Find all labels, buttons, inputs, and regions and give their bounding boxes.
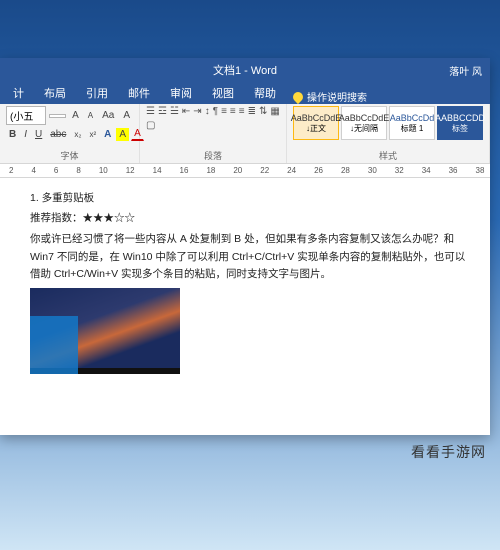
style-preview: AaBbCcDdE [339, 113, 390, 123]
underline-button[interactable]: U [32, 128, 45, 141]
rating-label: 推荐指数： [30, 212, 83, 224]
style-normal[interactable]: AaBbCcDdE ↓正文 [293, 106, 339, 140]
superscript-button[interactable]: x² [86, 129, 99, 140]
font-name-select[interactable]: (小五 [6, 106, 46, 125]
user-name: 落叶 风 [449, 63, 482, 78]
tab-design[interactable]: 计 [4, 82, 33, 104]
justify-icon[interactable]: ≣ [248, 106, 256, 117]
style-no-spacing[interactable]: AaBbCcDdE ↓无间隔 [341, 106, 387, 140]
tab-mailings[interactable]: 邮件 [119, 82, 159, 104]
tab-help[interactable]: 帮助 [245, 82, 285, 104]
document-body[interactable]: 1. 多重剪贴板 推荐指数：★★★☆☆ 你或许已经习惯了将一些内容从 A 处复制… [0, 178, 490, 435]
change-case-button[interactable]: Aa [99, 109, 117, 122]
style-name: ↓无间隔 [350, 123, 378, 134]
embedded-image[interactable] [30, 288, 180, 374]
tab-review[interactable]: 审阅 [161, 82, 201, 104]
sort-icon[interactable]: ↕ [205, 106, 210, 117]
style-label[interactable]: AABBCCDD 标签 [437, 106, 483, 140]
show-marks-icon[interactable]: ¶ [213, 106, 218, 117]
italic-button[interactable]: I [21, 128, 30, 141]
paragraph-group-label: 段落 [146, 149, 280, 162]
font-group-label: 字体 [6, 149, 133, 162]
word-window: 文档1 - Word 落叶 风 计 布局 引用 邮件 审阅 视图 帮助 操作说明… [0, 58, 490, 435]
align-right-icon[interactable]: ≡ [239, 106, 245, 117]
style-name: 标签 [452, 123, 468, 134]
bold-button[interactable]: B [6, 128, 19, 141]
font-group: (小五 A A Aa A B I U abc x₂ x² A A A [0, 104, 140, 163]
style-name: 标题 1 [401, 123, 424, 134]
styles-group: AaBbCcDdE ↓正文 AaBbCcDdE ↓无间隔 AaBbCcDd 标题… [287, 104, 490, 163]
grow-font-button[interactable]: A [69, 109, 82, 122]
shading-icon[interactable]: ▦ [270, 106, 279, 117]
borders-icon[interactable]: ▢ [146, 120, 155, 131]
tab-references[interactable]: 引用 [77, 82, 117, 104]
subscript-button[interactable]: x₂ [71, 129, 84, 140]
align-center-icon[interactable]: ≡ [230, 106, 236, 117]
ribbon: (小五 A A Aa A B I U abc x₂ x² A A A [0, 104, 490, 164]
font-size-select[interactable] [49, 114, 66, 118]
numbering-icon[interactable]: ☲ [158, 106, 167, 117]
doc-paragraph: 你或许已经习惯了将一些内容从 A 处复制到 B 处，但如果有多条内容复制又该怎么… [30, 231, 472, 285]
strike-button[interactable]: abc [47, 128, 69, 141]
bulb-icon [291, 89, 305, 103]
multilevel-icon[interactable]: ☱ [170, 106, 179, 117]
shrink-font-button[interactable]: A [85, 110, 96, 121]
increase-indent-icon[interactable]: ⇥ [193, 106, 201, 117]
tell-me-search[interactable]: 操作说明搜索 [293, 89, 367, 104]
style-preview: AABBCCDD [435, 113, 485, 123]
doc-rating: 推荐指数：★★★☆☆ [30, 210, 472, 228]
text-effects-button[interactable]: A [101, 128, 114, 141]
doc-heading: 1. 多重剪贴板 [30, 190, 472, 208]
tell-me-label: 操作说明搜索 [307, 89, 367, 104]
tab-view[interactable]: 视图 [203, 82, 243, 104]
window-title: 文档1 - Word [213, 62, 277, 78]
paragraph-group: ☰ ☲ ☱ ⇤ ⇥ ↕ ¶ ≡ ≡ ≡ ≣ ⇅ ▦ ▢ 段落 [140, 104, 287, 163]
style-name: ↓正文 [306, 123, 326, 134]
bullets-icon[interactable]: ☰ [146, 106, 155, 117]
highlight-button[interactable]: A [116, 128, 129, 141]
horizontal-ruler[interactable]: 2468101214161820222426283032343638 [0, 164, 490, 178]
ribbon-tabs: 计 布局 引用 邮件 审阅 视图 帮助 操作说明搜索 [0, 82, 490, 104]
line-spacing-icon[interactable]: ⇅ [259, 106, 267, 117]
style-heading1[interactable]: AaBbCcDd 标题 1 [389, 106, 435, 140]
styles-group-label: 样式 [293, 149, 483, 162]
align-left-icon[interactable]: ≡ [221, 106, 227, 117]
phonetic-guide-button[interactable]: A [120, 109, 133, 122]
style-preview: AaBbCcDd [390, 113, 435, 123]
tab-layout[interactable]: 布局 [35, 82, 75, 104]
rating-stars: ★★★☆☆ [83, 212, 136, 224]
titlebar: 文档1 - Word 落叶 风 [0, 58, 490, 82]
decrease-indent-icon[interactable]: ⇤ [182, 106, 190, 117]
style-preview: AaBbCcDdE [291, 113, 342, 123]
watermark-text: 看看手游网 [411, 442, 486, 462]
